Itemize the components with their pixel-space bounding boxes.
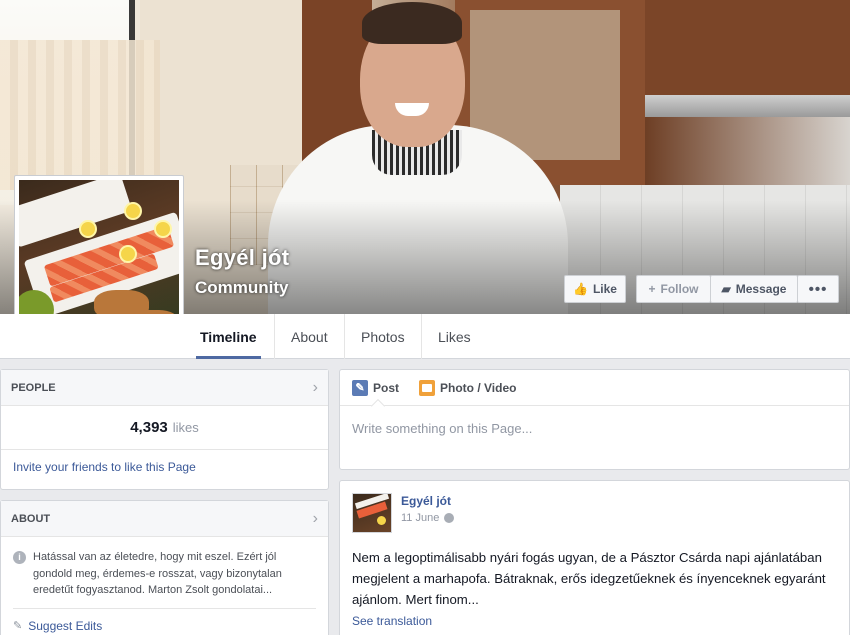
lemon-shape [119,245,137,263]
about-heading: ABOUT [11,512,51,525]
page-nav-bar: Timeline About Photos Likes [0,314,850,359]
people-header[interactable]: PEOPLE › [1,370,328,406]
invite-friends-link[interactable]: Invite your friends to like this Page [1,450,328,484]
likes-unit: likes [172,420,199,435]
about-header[interactable]: ABOUT › [1,501,328,537]
likes-count-row: 4,393 likes [1,406,328,450]
avatar-lemon-shape [377,516,386,525]
about-text: Hatással van az életedre, hogy mit eszel… [33,551,282,596]
message-button[interactable]: ▰ Message [710,275,798,303]
cover-chef-hair [362,2,462,44]
composer-input[interactable]: Write something on this Page... [340,406,849,451]
cover-curtain [0,40,160,190]
chevron-right-icon: › [312,378,318,396]
page-category[interactable]: Community [195,278,289,298]
tab-about[interactable]: About [274,314,344,359]
people-card: PEOPLE › 4,393 likes Invite your friends… [0,369,329,490]
follow-label: Follow [660,282,699,296]
avatar[interactable] [352,493,392,533]
composer-tabs: ✎ Post Photo / Video [340,370,849,414]
like-label: Like [592,282,617,296]
post-composer: ✎ Post Photo / Video Write something on … [339,369,850,470]
pencil-icon: ✎ [13,620,23,632]
suggest-edits-link[interactable]: ✎ Suggest Edits [1,609,328,635]
tab-photos[interactable]: Photos [344,314,421,359]
people-heading: PEOPLE [11,381,56,394]
page-title[interactable]: Egyél jót [195,245,289,271]
speech-bubble-icon: ▰ [721,282,731,296]
lemon-shape [79,220,97,238]
globe-icon [444,513,455,523]
post-author-link[interactable]: Egyél jót [401,494,454,508]
about-description: i Hatással van az életedre, hogy mit esz… [1,537,328,599]
see-translation-link[interactable]: See translation [340,610,849,632]
follow-button[interactable]: + Follow [636,275,711,303]
post-tab-label: Post [373,380,400,395]
post-text: Nem a legoptimálisabb nyári fogás ugyan,… [352,550,826,607]
about-card: ABOUT › i Hatással van az életedre, hogy… [0,500,329,635]
lemon-shape [124,202,142,220]
composer-tab-photo-video[interactable]: Photo / Video [419,379,517,396]
photo-icon [419,379,436,396]
photo-tab-label: Photo / Video [440,380,517,395]
tab-likes[interactable]: Likes [421,314,487,359]
post-date-row: 11 June [401,512,455,524]
thumbs-up-icon: 👍 [573,282,588,296]
chevron-right-icon: › [312,509,318,527]
likes-count: 4,393 [130,419,168,436]
cover-hood [645,95,850,117]
suggest-edits-label: Suggest Edits [28,618,103,633]
composer-tab-post[interactable]: ✎ Post [352,379,400,396]
pencil-icon: ✎ [352,379,368,396]
more-options-button[interactable]: ••• [797,275,839,303]
plus-icon: + [648,282,656,296]
cover-cabinet-right [645,0,850,95]
message-label: Message [735,282,787,296]
info-icon: i [13,551,26,564]
post-date[interactable]: 11 June [401,512,439,524]
timeline-post: Egyél jót 11 June Nem a legoptimálisabb … [339,480,850,635]
post-header: Egyél jót 11 June [340,481,849,533]
post-meta: Egyél jót 11 June [401,493,455,533]
like-button[interactable]: 👍 Like [564,275,626,303]
tab-timeline[interactable]: Timeline [184,314,273,359]
lemon-shape [154,220,172,238]
